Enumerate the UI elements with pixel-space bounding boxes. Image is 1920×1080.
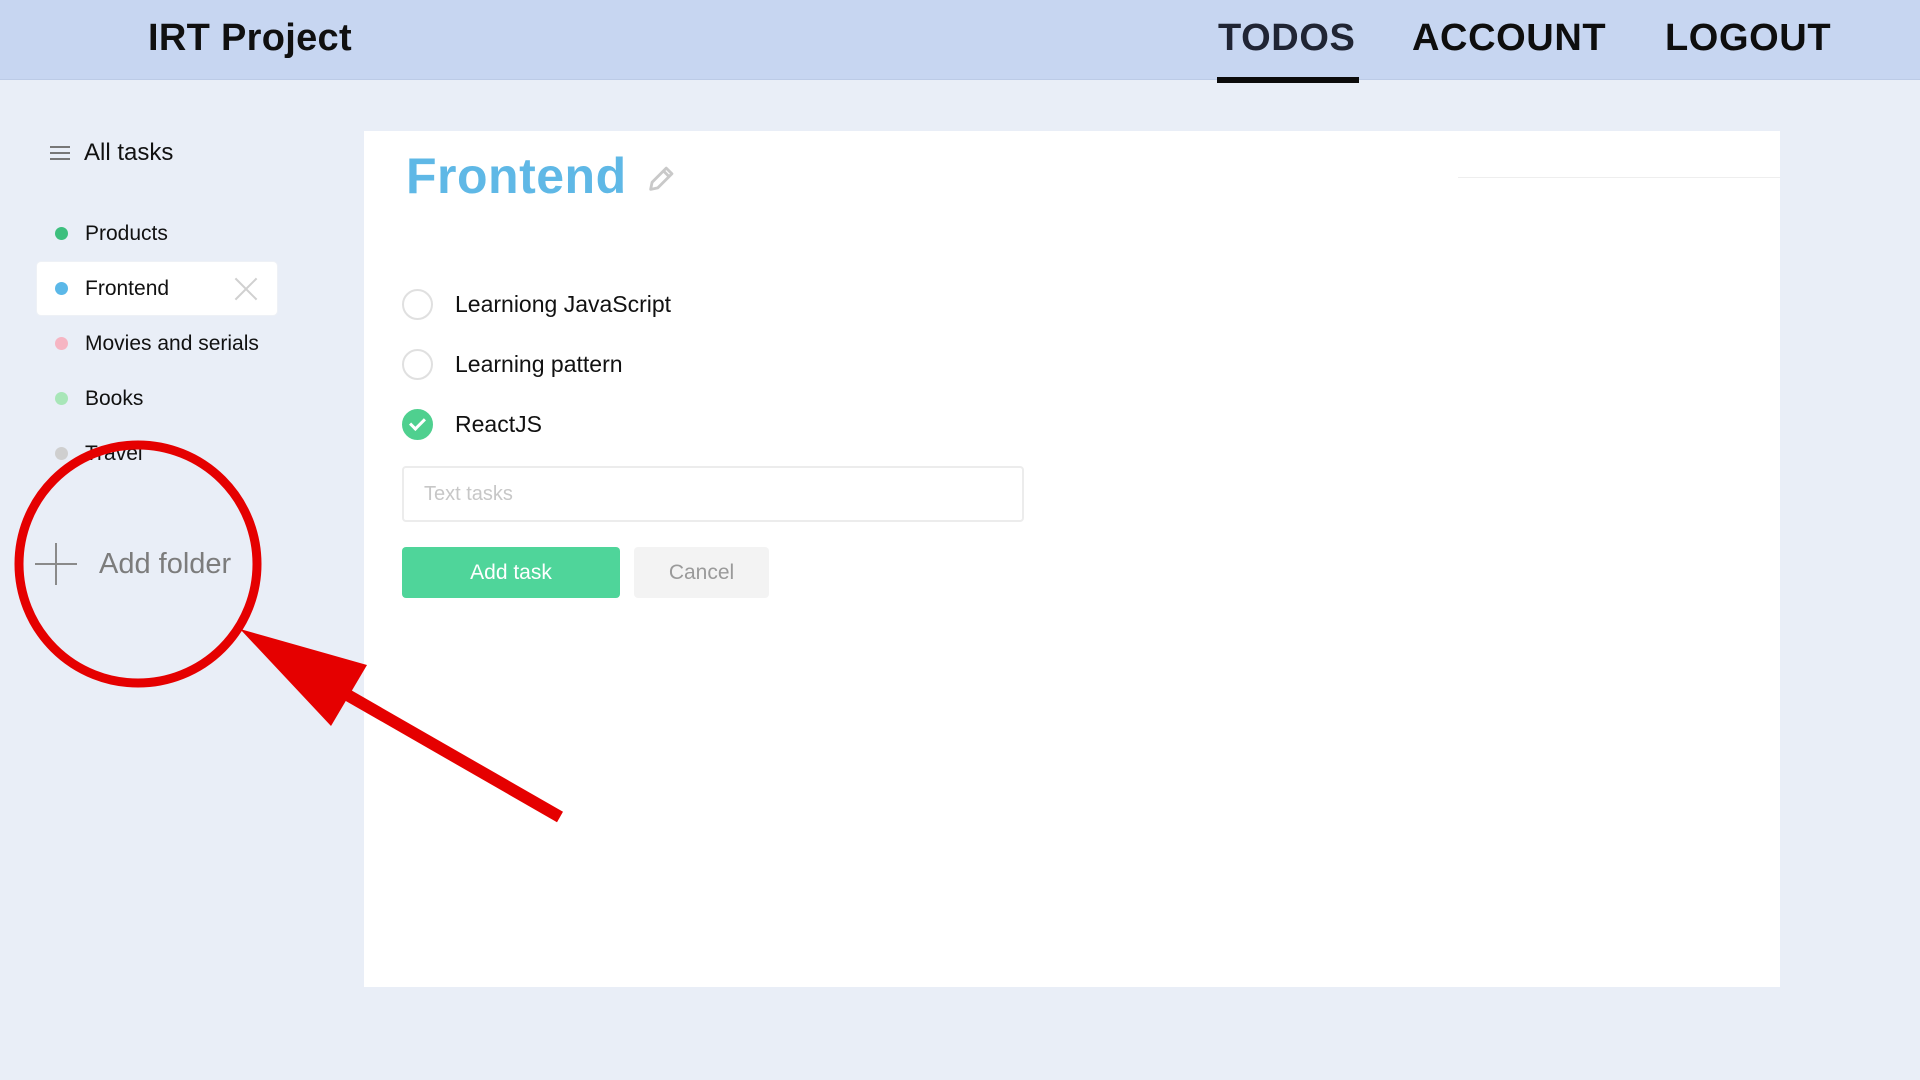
page-title: Frontend [406,148,627,204]
sidebar-item-movies-and-serials[interactable]: Movies and serials [37,317,277,370]
cancel-button[interactable]: Cancel [634,547,769,598]
list-item: ReactJS [402,394,671,454]
nav-todos[interactable]: TODOS [1218,17,1355,60]
sidebar-item-frontend[interactable]: Frontend [37,262,277,315]
folder-list: Products Frontend Movies and serials Boo… [37,207,277,482]
task-list: Learniong JavaScript Learning pattern Re… [402,274,671,454]
sidebar-all-tasks[interactable]: All tasks [50,139,173,167]
sidebar-item-travel[interactable]: Travel [37,427,277,480]
nav-logout[interactable]: LOGOUT [1665,17,1831,60]
add-task-button[interactable]: Add task [402,547,620,598]
task-checkbox[interactable] [402,288,433,320]
folder-label: Products [85,221,168,245]
task-text-input[interactable] [402,466,1024,522]
all-tasks-label: All tasks [84,139,174,166]
tasks-panel: Frontend Learniong JavaScript Learning p… [364,131,1780,987]
folder-color-dot [55,226,68,240]
folder-label: Movies and serials [85,331,259,355]
folder-label: Frontend [85,276,170,300]
nav-account[interactable]: ACCOUNT [1412,17,1606,60]
active-nav-indicator [1217,77,1359,83]
add-folder-label: Add folder [99,547,232,580]
folder-label: Travel [85,441,143,465]
task-label: ReactJS [455,410,542,437]
annotation-arrow-head [240,629,367,726]
top-header: IRT Project TODOS ACCOUNT LOGOUT [0,0,1920,83]
plus-icon [35,543,77,585]
sidebar-item-books[interactable]: Books [37,372,277,425]
sidebar-item-products[interactable]: Products [37,207,277,260]
list-icon [50,144,70,162]
task-label: Learning pattern [455,350,623,377]
folder-color-dot [55,391,68,405]
folder-color-dot [55,446,68,460]
folder-label: Books [85,386,144,410]
task-checkbox[interactable] [402,348,433,380]
list-item: Learning pattern [402,334,671,394]
divider [1458,177,1780,178]
task-checkbox[interactable] [402,408,433,440]
task-label: Learniong JavaScript [455,290,672,317]
list-item: Learniong JavaScript [402,274,671,334]
app-title: IRT Project [148,17,352,59]
panel-title-row: Frontend [406,147,679,205]
close-icon[interactable] [233,276,259,302]
add-folder-button[interactable]: Add folder [35,543,231,585]
pencil-icon[interactable] [645,161,679,195]
folder-color-dot [55,281,68,295]
folder-color-dot [55,336,68,350]
